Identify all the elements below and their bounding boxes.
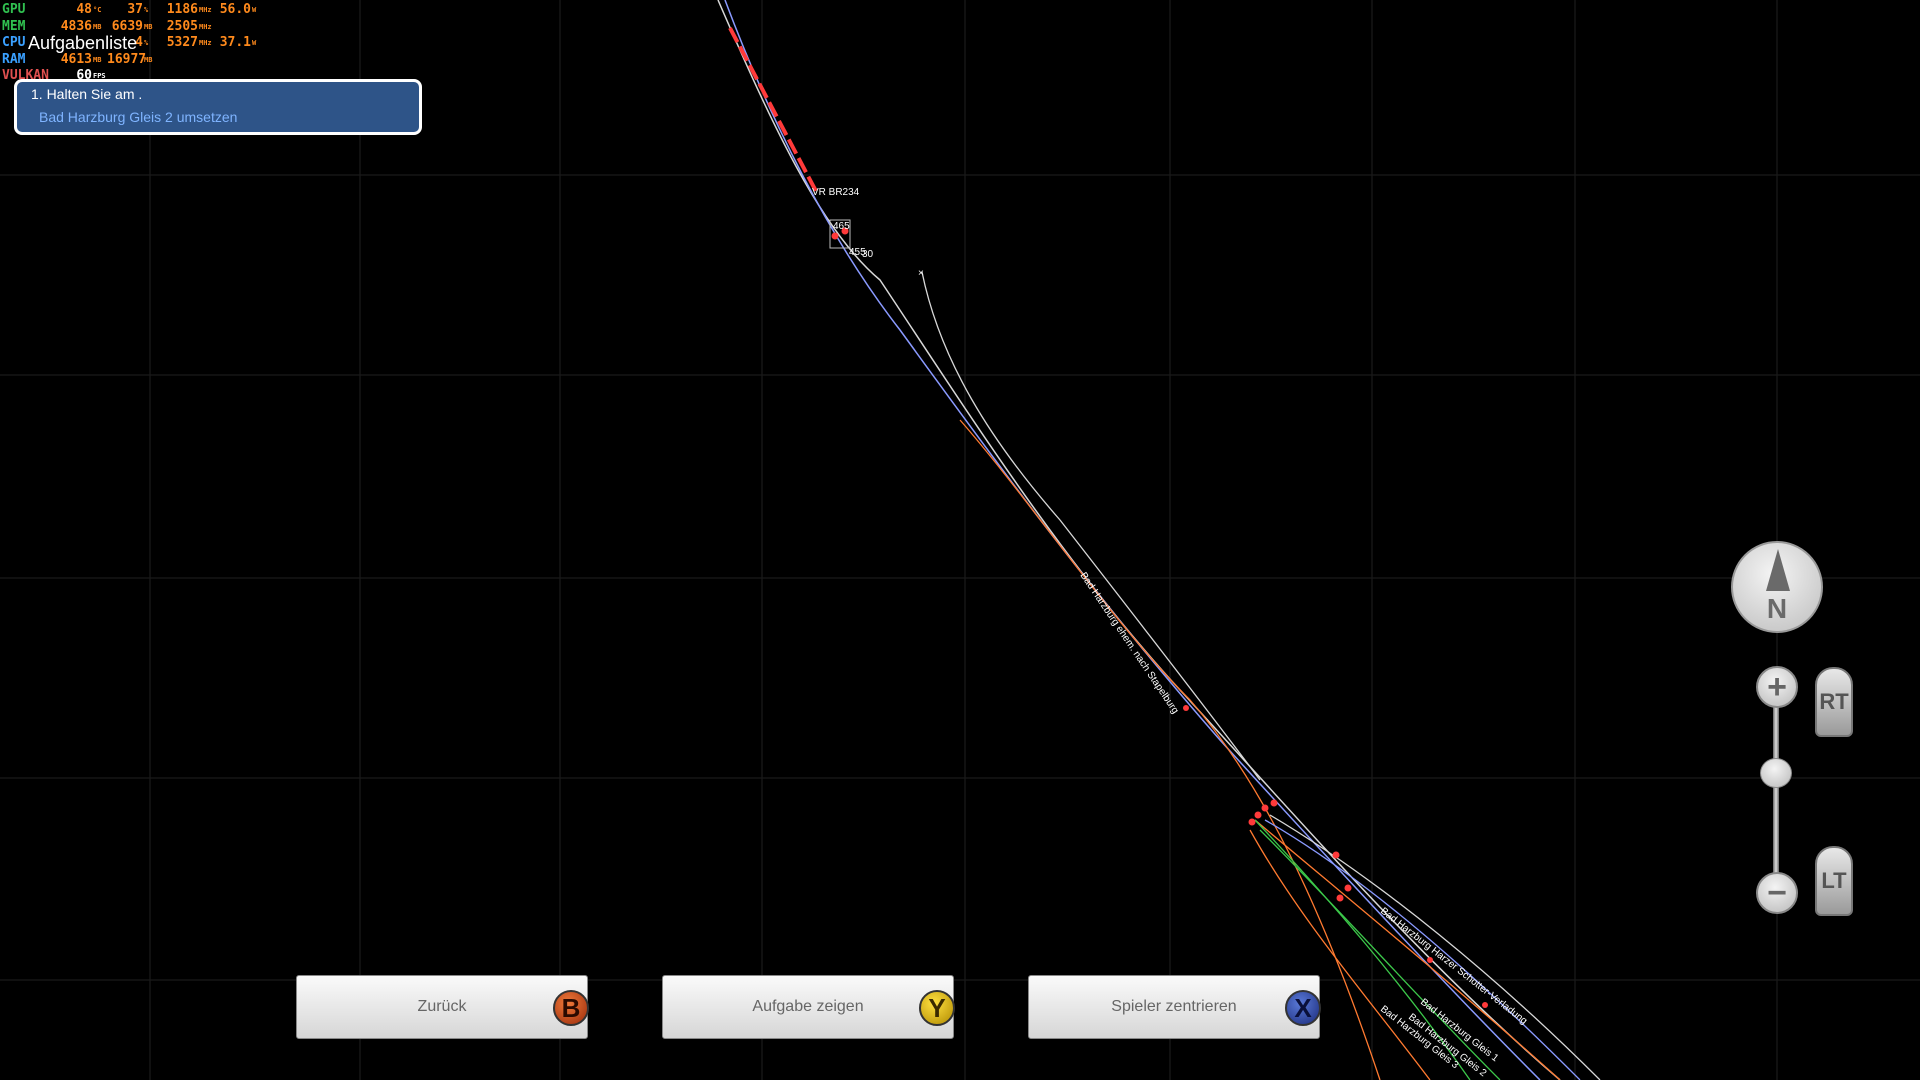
perf-cpu-load-unit: % [144,39,149,47]
train-label: VR BR234 [812,187,860,198]
perf-gpu-clock: 1186 [166,2,198,17]
perf-cpu-power-unit: W [252,39,257,47]
perf-gpu-power-unit: W [252,6,257,14]
perf-gpu-power: 56.0 [219,2,251,17]
track-orange-3 [1249,829,1431,1080]
lt-label: LT [1821,868,1847,893]
marker-label-3: 30 [862,249,874,260]
show-task-button-label: Aufgabe zeigen [752,998,864,1015]
map-grid [0,0,1920,1080]
perf-ram-total-unit: MB [144,55,153,64]
rt-trigger-icon: RT [1815,667,1853,737]
track-label-schotter: Bad Harzburg Harzer Schotter-Verladung [1378,906,1529,1027]
perf-cpu-power: 37.1 [219,35,251,50]
task-step: 1. Halten Sie am . [31,86,143,102]
track-main-white [717,0,1561,1080]
task-list-panel[interactable]: 1. Halten Sie am . Bad Harzburg Gleis 2 … [14,79,422,135]
compass-button[interactable]: N [1731,541,1823,633]
x-key-icon: X [1285,990,1321,1026]
center-player-button[interactable]: Spieler zentrieren X [1028,975,1321,1039]
perf-gpu-label: GPU [2,2,26,17]
track-label-stapelburg: Bad Harzburg ehem. nach Stapelburg [1078,571,1181,716]
b-key-icon: B [553,990,589,1026]
zoom-in-button[interactable]: + [1756,666,1798,708]
zoom-out-button[interactable]: − [1756,872,1798,914]
perf-gpu-load-unit: % [144,6,149,14]
show-task-button[interactable]: Aufgabe zeigen Y [662,975,955,1039]
perf-mem-clock-unit: MHz [199,22,212,31]
perf-gpu-load: 37 [127,2,143,17]
y-key-icon: Y [919,990,955,1026]
rt-label: RT [1819,689,1849,714]
minus-icon: − [1767,874,1787,912]
perf-cpu-clock: 5327 [166,35,198,50]
perf-gpu-temp-unit: °C [93,6,102,14]
perf-gpu-row: GPU 48 °C 37% 1186 MHz 56.0 W [2,2,266,19]
signal-markers [831,227,1488,1008]
plus-icon: + [1767,668,1787,706]
task-list-title: Aufgabenliste [28,33,138,53]
lt-trigger-icon: LT [1815,846,1853,916]
player-train[interactable] [728,27,820,196]
perf-cpu-clock-unit: MHz [199,39,212,47]
compass-arrow-icon [1766,549,1790,591]
zoom-slider-track[interactable] [1773,690,1779,890]
back-button[interactable]: Zurück B [296,975,589,1039]
perf-gpu-temp: 48 [76,2,92,17]
perf-gpu-clock-unit: MHz [199,6,212,14]
track-orange-2 [1254,819,1561,1080]
track-map[interactable]: × VR BR234 465 455 30 Bad Harzburg ehem.… [0,0,1920,1080]
back-button-label: Zurück [417,998,467,1015]
zoom-slider-handle[interactable] [1760,758,1792,788]
perf-mem-clock: 2505 [166,18,198,34]
cross-marker: × [918,268,924,279]
track-branch-white [921,271,1261,781]
center-player-button-label: Spieler zentrieren [1111,998,1237,1015]
task-description: Bad Harzburg Gleis 2 umsetzen [39,109,238,125]
compass-north-label: N [1766,593,1788,624]
marker-label-1: 465 [833,221,850,232]
perf-mem-total-unit: MB [144,22,153,31]
